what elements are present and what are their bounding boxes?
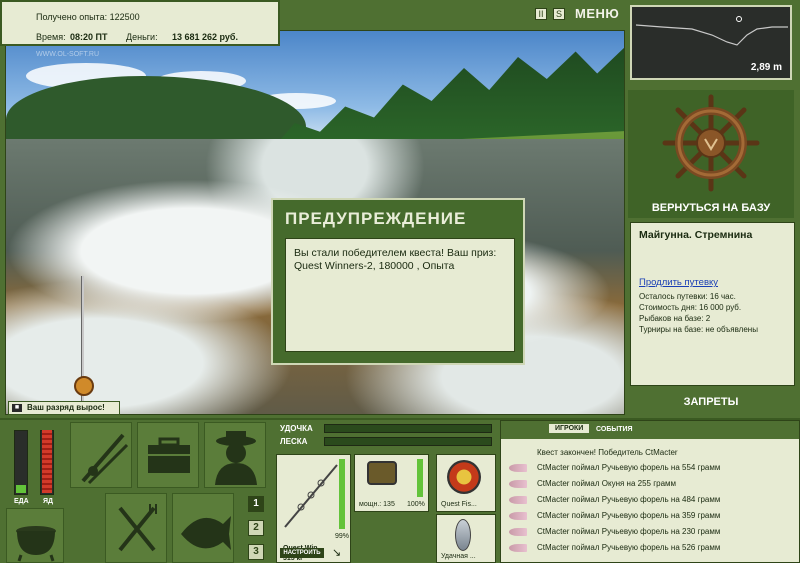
reel-condition-bar [417, 459, 423, 497]
pause-button[interactable]: II [535, 8, 547, 20]
events-tabs: ИГРОКИ СОБЫТИЯ [501, 421, 799, 439]
food-label: ЕДА [14, 498, 29, 505]
return-to-base-area[interactable] [628, 90, 794, 218]
fork-knife-icon [118, 504, 157, 552]
event-row: CtMacter поймал Ручьевую форель на 484 г… [509, 493, 794, 509]
rod-icon [284, 464, 338, 528]
dialog-title: ПРЕДУПРЕЖДЕНИЕ [285, 209, 467, 228]
lure-icon [509, 512, 527, 520]
reel-icon [367, 461, 397, 485]
experience-text: Получено опыта: 122500 [36, 12, 140, 22]
lure-icon [509, 544, 527, 552]
message-icon: ■ [12, 404, 22, 412]
money-label: Деньги: [126, 32, 158, 42]
poison-bar-fill [42, 430, 52, 493]
spoon-lure-icon [455, 519, 471, 551]
setup-button[interactable]: НАСТРОИТЬ [280, 548, 324, 558]
day-cost: Стоимость дня: 16 000 руб. [639, 303, 742, 312]
menu-button[interactable]: МЕНЮ [575, 6, 619, 21]
time-label: Время: [36, 32, 66, 42]
rank-up-notice: ■ Ваш разряд вырос! [8, 401, 120, 415]
sound-button[interactable]: S [553, 8, 565, 20]
lure-slot[interactable]: Удачная ... [436, 514, 496, 563]
tab-events[interactable]: СОБЫТИЯ [596, 426, 633, 433]
time-value: 08:20 ПТ [70, 32, 108, 42]
event-row: CtMacter поймал Ручьевую форель на 359 г… [509, 509, 794, 525]
lure-icon [509, 480, 527, 488]
return-to-base-button[interactable]: ВЕРНУТЬСЯ НА БАЗУ [628, 202, 794, 214]
tackle-box-icon [148, 437, 190, 473]
fisherman-icon [215, 431, 257, 485]
line-name: Quest Fis... [441, 501, 477, 508]
food-bar [14, 430, 28, 495]
permit-remaining: Осталось путевки: 16 час. [639, 292, 736, 301]
tab-players[interactable]: ИГРОКИ [549, 424, 590, 433]
poison-label: ЯД [43, 498, 54, 505]
location-name: Майгунна. Стремнина [639, 229, 753, 241]
tab-button-1[interactable]: 1 [248, 496, 264, 512]
reel-percent: 100% [407, 501, 425, 508]
tab-button-2[interactable]: 2 [248, 520, 264, 536]
cauldron-tile[interactable] [6, 508, 64, 563]
fishing-rods-icon [81, 433, 129, 485]
line-slot[interactable]: Quest Fis... [436, 454, 496, 512]
line-label: ЛЕСКА [280, 437, 308, 446]
rod-condition-bar [339, 459, 345, 529]
cauldron-icon [16, 526, 56, 562]
lure-icon [509, 528, 527, 536]
anglers-count: Рыбаков на базе: 2 [639, 314, 711, 323]
depth-value: 2,89 m [750, 62, 782, 73]
poison-bar [40, 430, 54, 495]
lure-name: Удачная ... [441, 553, 476, 560]
line-tension-gauge [324, 437, 492, 446]
quest-finished-line: Квест закончен! Победитель CtMacter [537, 448, 678, 457]
player-info-panel: Получено опыта: 122500 Время: 08:20 ПТ Д… [0, 0, 280, 46]
tackle-panel: УДОЧКА ЛЕСКА 99% Quest Win... 315 кг НАС… [276, 422, 496, 563]
event-row: CtMacter поймал Ручьевую форель на 526 г… [509, 541, 794, 557]
lure-icon [509, 464, 527, 472]
rod-tension-gauge [324, 424, 492, 433]
food-bar-fill [16, 485, 26, 493]
reel-slot[interactable]: мощн.: 135 100% [354, 454, 429, 512]
lure-icon [509, 496, 527, 504]
money-value: 13 681 262 руб. [172, 32, 238, 42]
rods-tile[interactable] [70, 422, 132, 488]
food-tile[interactable] [105, 493, 167, 563]
events-panel: ИГРОКИ СОБЫТИЯ Квест закончен! Победител… [500, 420, 800, 563]
tournaments-status: Турниры на базе: не объявлены [639, 325, 758, 334]
reel-power: мощн.: 135 [359, 501, 395, 508]
game-window: WWW.OL-SOFT.RU ■ Ваш разряд вырос! Получ… [0, 0, 800, 563]
rod-reel [74, 376, 94, 396]
tab-button-3[interactable]: 3 [248, 544, 264, 560]
bans-button[interactable]: ЗАПРЕТЫ [628, 396, 794, 408]
depth-sonar: 2,89 m [630, 5, 792, 80]
fish-icon [181, 516, 231, 550]
expand-arrow-icon[interactable]: ↘ [332, 546, 341, 559]
event-row: CtMacter поймал Ручьевую форель на 554 г… [509, 461, 794, 477]
watermark: WWW.OL-SOFT.RU [36, 51, 99, 58]
character-tile[interactable] [204, 422, 266, 488]
dialog-message: Вы стали победителем квеста! Ваш приз: Q… [285, 238, 515, 352]
ship-wheel-icon [662, 94, 760, 192]
fish-tile[interactable] [172, 493, 234, 563]
rank-up-text: Ваш разряд вырос! [27, 403, 105, 412]
warning-dialog: ПРЕДУПРЕЖДЕНИЕ Вы стали победителем квес… [271, 198, 525, 365]
extend-permit-link[interactable]: Продлить путевку [639, 277, 786, 288]
event-row: CtMacter поймал Окуня на 255 грамм [509, 477, 794, 493]
event-row: CtMacter поймал Ручьевую форель на 230 г… [509, 525, 794, 541]
tackle-box-tile[interactable] [137, 422, 199, 488]
rod-label: УДОЧКА [280, 424, 313, 433]
rod-percent: 99% [335, 533, 350, 540]
line-spool-icon [447, 460, 481, 494]
base-info-panel: Майгунна. Стремнина Продлить путевку Ост… [630, 222, 795, 386]
